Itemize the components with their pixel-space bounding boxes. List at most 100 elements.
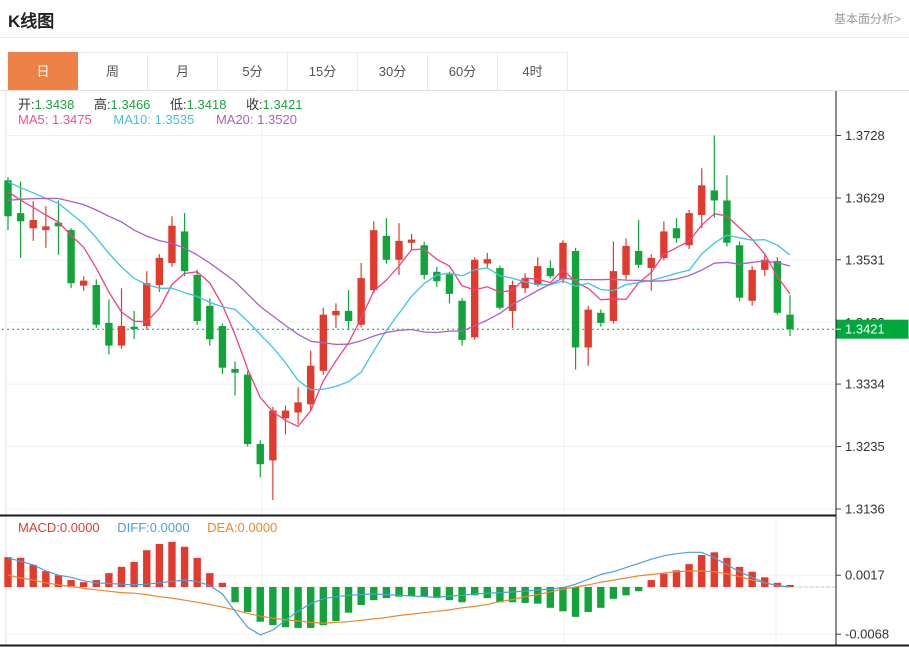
y-axis-label: 1.3235: [845, 439, 885, 454]
candles: [4, 136, 793, 501]
candle-body: [181, 231, 188, 271]
candle-body: [597, 313, 604, 323]
y-axis-label: 1.3531: [845, 252, 885, 267]
candle-body: [80, 281, 87, 286]
candle-body: [711, 190, 718, 200]
tab-30min[interactable]: 30分: [358, 52, 428, 90]
tab-5min[interactable]: 5分: [218, 52, 288, 90]
ma10-line: [8, 182, 790, 390]
macd-bar: [130, 562, 137, 587]
y-axis-label: -0.0068: [845, 627, 889, 642]
candle-body: [534, 266, 541, 285]
macd-bar: [559, 587, 566, 611]
candle-body: [307, 366, 314, 404]
macd-bar: [269, 587, 276, 625]
macd-bar: [80, 582, 87, 587]
macd-value: 0.0000: [60, 520, 100, 535]
high-label: 高:: [94, 97, 111, 112]
macd-bar: [320, 587, 327, 625]
macd-bar: [4, 557, 11, 587]
candle-body: [622, 246, 629, 275]
tab-week[interactable]: 周: [78, 52, 148, 90]
candle-body: [509, 285, 516, 311]
diff-label: DIFF:: [117, 520, 150, 535]
macd-bar: [282, 587, 289, 627]
tab-month[interactable]: 月: [148, 52, 218, 90]
tab-day[interactable]: 日: [8, 52, 78, 90]
tab-15min[interactable]: 15分: [288, 52, 358, 90]
candle-body: [635, 251, 642, 265]
dea-label: DEA:: [207, 520, 237, 535]
y-axis-label: 1.3728: [845, 128, 885, 143]
panel-divider: [0, 515, 836, 517]
candle-body: [156, 258, 163, 285]
low-value: 1.3418: [187, 97, 227, 112]
ma10-value: 1.3535: [155, 112, 195, 127]
candle-body: [130, 327, 137, 330]
candle-body: [572, 251, 579, 348]
candle-body: [269, 411, 276, 461]
macd-bar: [332, 587, 339, 621]
period-tabs: 日 周 月 5分 15分 30分 60分 4时: [8, 52, 568, 90]
kline-chart: 1.37281.36291.35311.34321.33341.32351.31…: [0, 91, 909, 650]
macd-bar: [421, 587, 428, 597]
ma20-label: MA20:: [216, 112, 254, 127]
ma5-label: MA5:: [18, 112, 48, 127]
macd-bar: [584, 587, 591, 612]
macd-label: MACD:: [18, 520, 60, 535]
macd-bar: [345, 587, 352, 613]
macd-bar: [547, 587, 554, 608]
candle-body: [93, 285, 100, 325]
y-axis-label: 1.3136: [845, 502, 885, 517]
candle-body: [42, 226, 49, 230]
macd-bar: [446, 587, 453, 600]
candle-body: [736, 245, 743, 297]
ma10-label: MA10:: [113, 112, 151, 127]
bottom-border: [0, 645, 909, 647]
kline-page: K线图 基本面分析> 日 周 月 5分 15分 30分 60分 4时 开: 1.3…: [0, 0, 909, 650]
tab-60min[interactable]: 60分: [428, 52, 498, 90]
candle-body: [584, 310, 591, 348]
candle-body: [282, 411, 289, 419]
y-axis-label: 0.0017: [845, 568, 885, 583]
macd-bar: [673, 570, 680, 587]
page-title: K线图: [8, 7, 54, 32]
macd-bar: [383, 587, 390, 598]
ma20-value: 1.3520: [257, 112, 297, 127]
dea-line: [8, 571, 790, 623]
candle-body: [774, 261, 781, 313]
candle-body: [484, 259, 491, 263]
diff-value: 0.0000: [150, 520, 190, 535]
macd-bar: [433, 587, 440, 598]
macd-bar: [660, 574, 667, 587]
candle-body: [231, 369, 238, 373]
candle-body: [395, 241, 402, 260]
candle-body: [673, 228, 680, 238]
candle-body: [105, 323, 112, 346]
candle-body: [370, 230, 377, 290]
macd-bar: [156, 544, 163, 587]
y-axis-label: 1.3629: [845, 190, 885, 205]
macd-bar: [521, 587, 528, 603]
current-price-tag: 1.3421: [836, 320, 909, 339]
macd-bar: [357, 587, 364, 605]
candle-body: [786, 315, 793, 330]
candle-body: [219, 326, 226, 368]
macd-bar: [572, 587, 579, 617]
low-label: 低:: [170, 97, 187, 112]
tab-4hour[interactable]: 4时: [498, 52, 568, 90]
fundamental-analysis-link[interactable]: 基本面分析>: [834, 10, 901, 27]
open-label: 开:: [18, 97, 35, 112]
macd-readout: MACD:0.0000 DIFF:0.0000 DEA:0.0000: [18, 520, 277, 535]
macd-bar: [219, 583, 226, 587]
macd-bar: [597, 587, 604, 608]
candle-body: [206, 306, 213, 339]
candle-body: [458, 301, 465, 340]
close-value: 1.3421: [263, 97, 303, 112]
candle-body: [408, 240, 415, 243]
candle-body: [4, 180, 11, 216]
title-divider: [0, 37, 909, 38]
macd-bar: [105, 573, 112, 587]
candle-body: [547, 268, 554, 276]
macd-bar: [30, 565, 37, 587]
